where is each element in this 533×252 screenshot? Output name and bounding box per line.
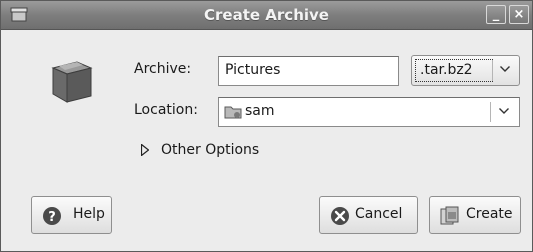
create-icon xyxy=(440,206,459,225)
chevron-down-icon xyxy=(500,66,510,72)
close-button[interactable]: × xyxy=(509,5,529,24)
chevron-down-icon xyxy=(499,108,509,114)
cancel-icon xyxy=(331,207,349,225)
combo-separator xyxy=(492,60,493,81)
archive-label: Archive: xyxy=(134,61,192,77)
location-value: sam xyxy=(245,103,275,119)
help-button[interactable]: ? Help xyxy=(31,196,112,234)
cancel-button[interactable]: Cancel xyxy=(319,196,418,234)
create-archive-dialog: Create Archive _ × Archive: Pictures .ta… xyxy=(0,0,533,252)
create-label: Create xyxy=(466,206,513,222)
help-icon: ? xyxy=(43,207,61,225)
extension-select[interactable]: .tar.bz2 xyxy=(411,55,520,86)
combo-separator xyxy=(490,102,491,122)
other-options-label: Other Options xyxy=(161,142,260,158)
location-label: Location: xyxy=(134,102,198,118)
home-folder-icon xyxy=(224,106,242,119)
create-button[interactable]: Create xyxy=(429,196,521,234)
location-select[interactable]: sam xyxy=(218,97,520,127)
archive-name-input[interactable]: Pictures xyxy=(218,56,399,86)
archive-box-icon xyxy=(51,61,93,103)
help-label: Help xyxy=(73,206,105,222)
cancel-label: Cancel xyxy=(355,206,403,222)
extension-value: .tar.bz2 xyxy=(420,62,473,78)
expander-triangle-icon xyxy=(141,144,149,156)
svg-text:?: ? xyxy=(48,210,56,225)
minimize-button[interactable]: _ xyxy=(486,5,506,24)
window-title: Create Archive xyxy=(204,6,329,24)
title-bar[interactable]: Create Archive _ × xyxy=(1,1,532,30)
